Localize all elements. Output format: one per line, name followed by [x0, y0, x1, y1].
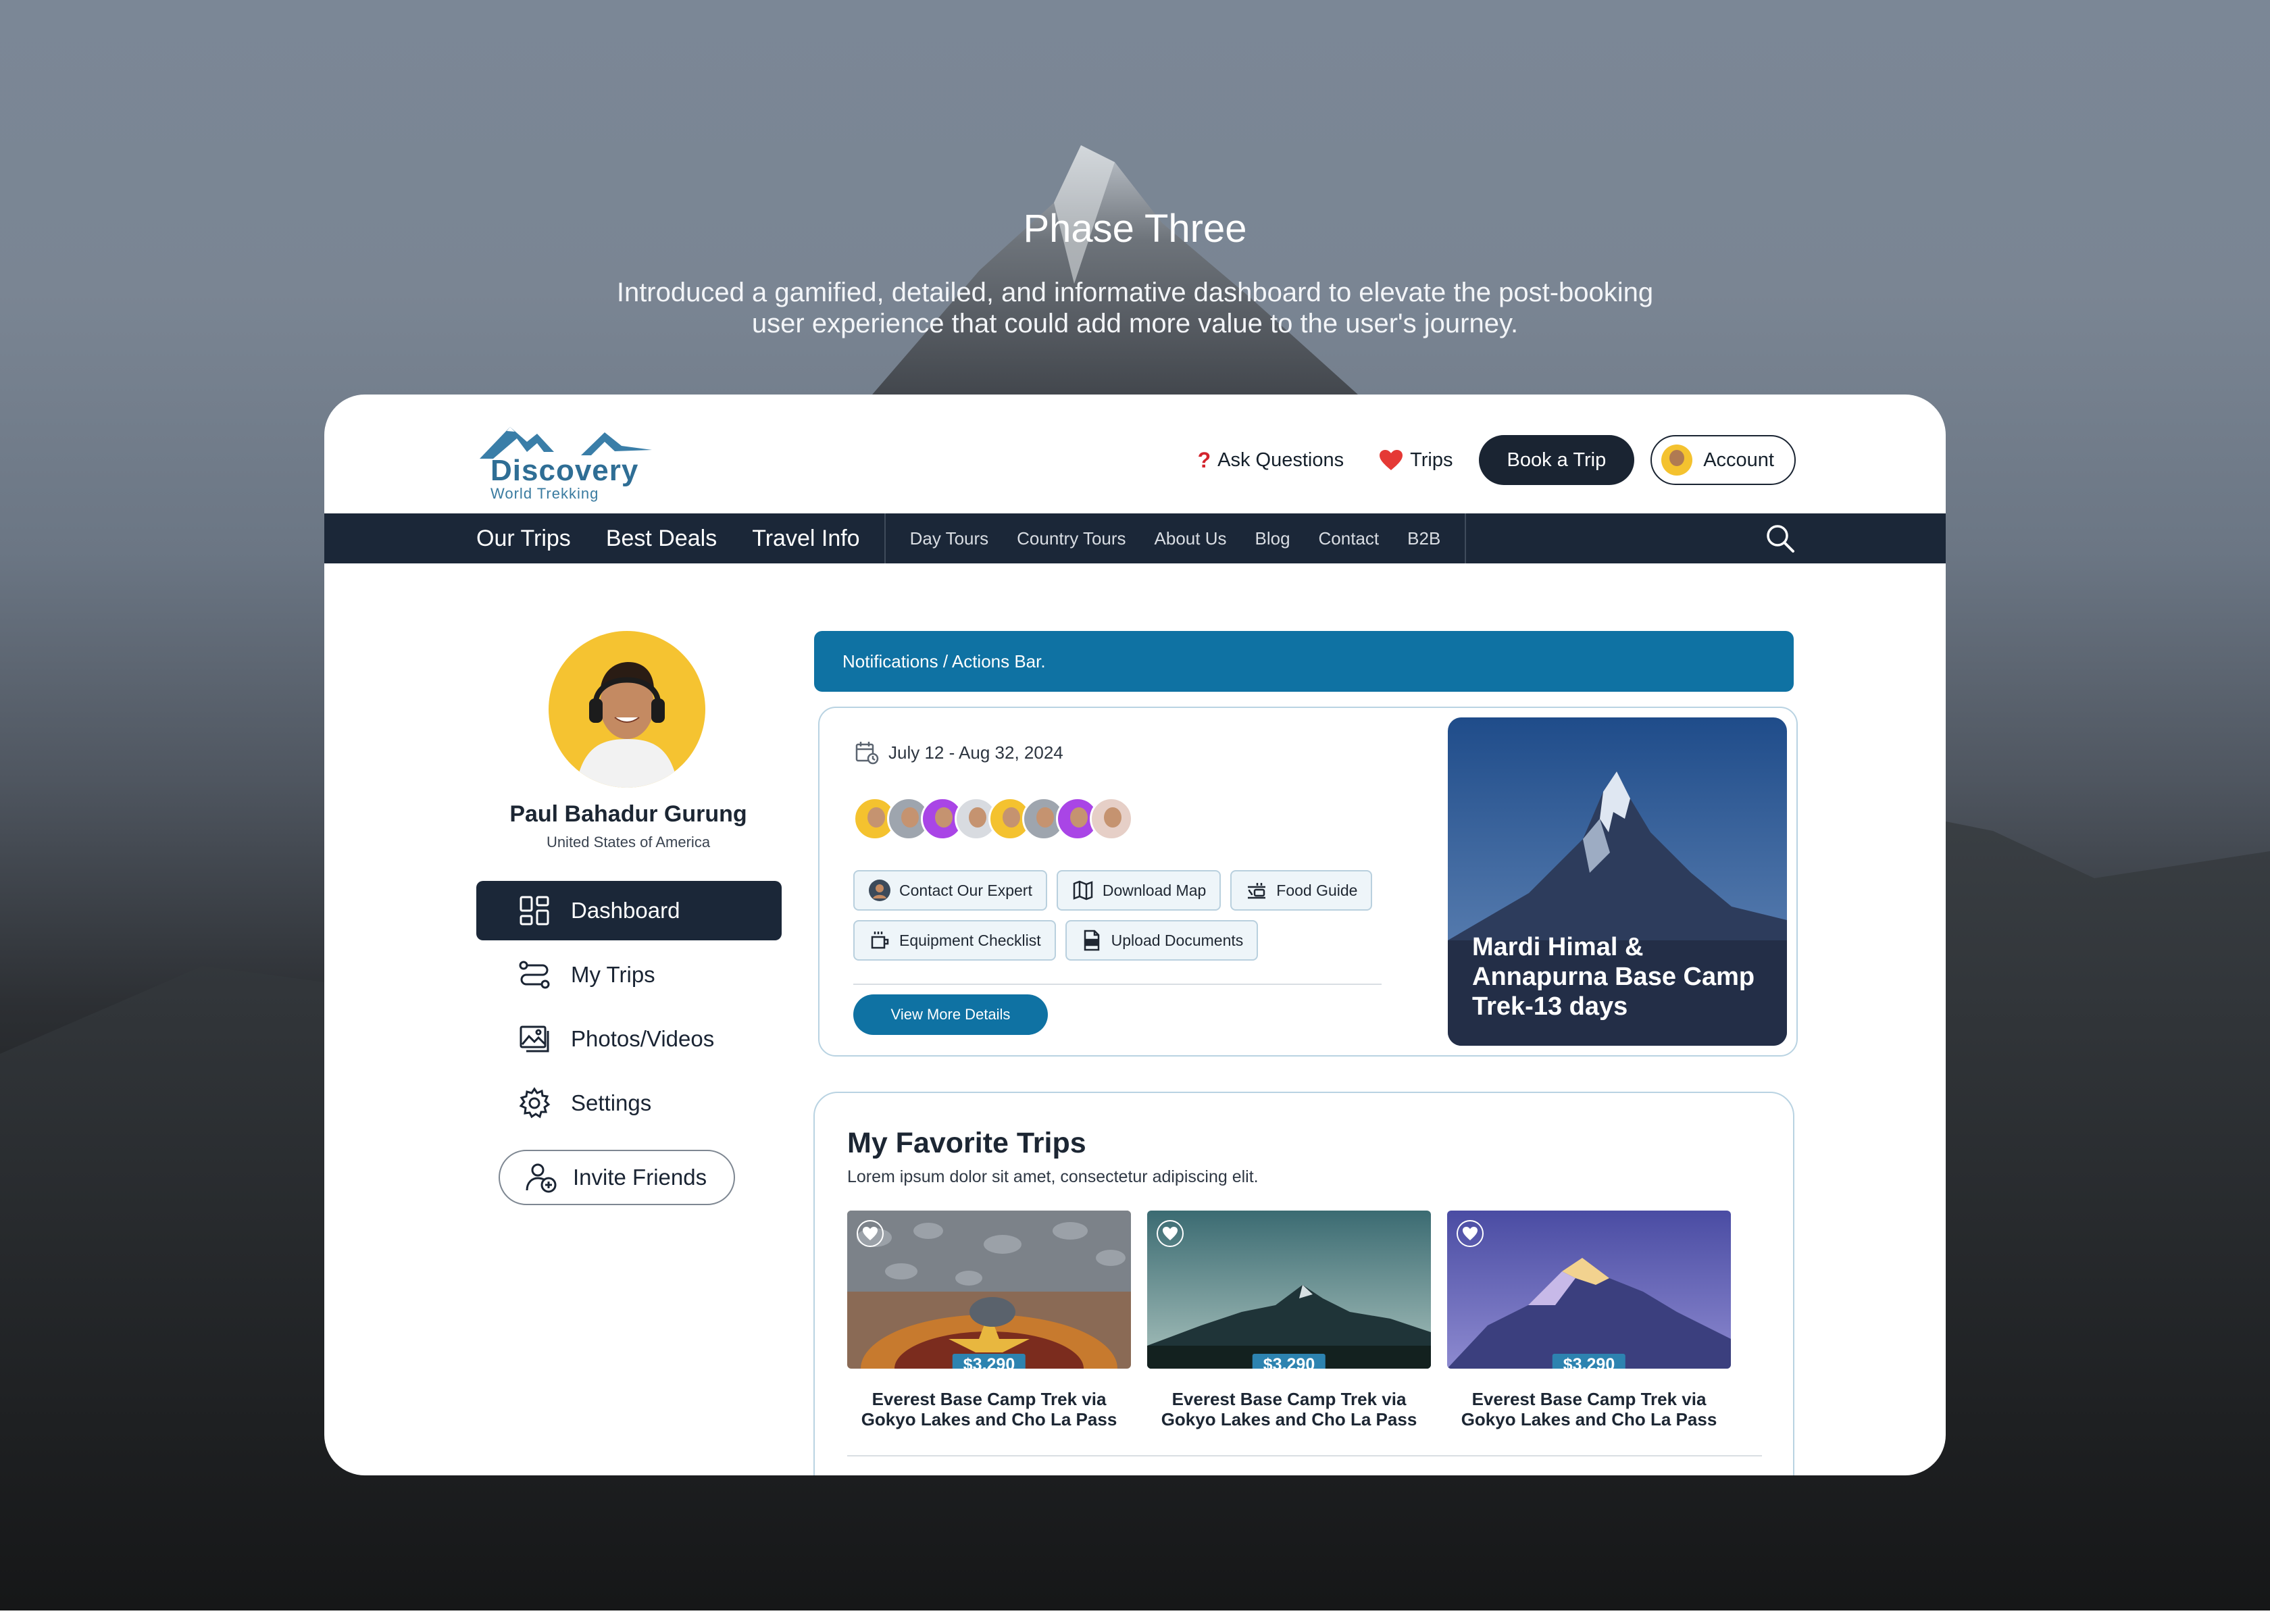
hero-title: Phase Three	[1023, 207, 1247, 251]
gallery-icon	[520, 1025, 549, 1052]
section-title: My Favorite Trips	[847, 1127, 1086, 1159]
sidebar-item-settings[interactable]: Settings	[476, 1073, 782, 1133]
trips-label: Trips	[1410, 449, 1453, 471]
chip-label: Upload Documents	[1111, 931, 1244, 949]
trip-image: $3,290	[847, 1211, 1131, 1369]
sidebar-item-label: My Trips	[571, 962, 655, 987]
favorite-heart-icon[interactable]	[857, 1220, 884, 1247]
food-guide-button[interactable]: Food Guide	[1230, 870, 1373, 911]
logo-subtitle: World Trekking	[490, 485, 599, 502]
equipment-checklist-button[interactable]: Equipment Checklist	[853, 920, 1056, 961]
chip-label: Equipment Checklist	[899, 931, 1041, 949]
main-nav: Our Trips Best Deals Travel Info Day Tou…	[324, 513, 1946, 563]
avatar[interactable]	[1090, 797, 1133, 840]
account-button[interactable]: Account	[1650, 435, 1796, 485]
sidebar-item-label: Settings	[571, 1090, 652, 1115]
favorite-heart-icon[interactable]	[1157, 1220, 1184, 1247]
nav-travel-info[interactable]: Travel Info	[752, 526, 859, 552]
nav-b2b[interactable]: B2B	[1407, 528, 1440, 549]
upload-documents-button[interactable]: Upload Documents	[1065, 920, 1259, 961]
section-subtitle: Lorem ipsum dolor sit amet, consectetur …	[847, 1167, 1259, 1186]
invite-friends-label: Invite Friends	[573, 1165, 707, 1190]
person-with-headphones-icon	[576, 662, 678, 788]
nav-blog[interactable]: Blog	[1255, 528, 1290, 549]
sidebar-menu: Dashboard My Trips Photos/Videos Setting…	[476, 881, 782, 1138]
download-map-button[interactable]: Download Map	[1056, 870, 1221, 911]
account-label: Account	[1703, 449, 1774, 471]
nav-country-tours[interactable]: Country Tours	[1017, 528, 1126, 549]
sidebar-item-photos-videos[interactable]: Photos/Videos	[476, 1009, 782, 1069]
profile-avatar[interactable]	[549, 631, 705, 788]
dashboard-window: Discovery World Trekking ? Ask Questions…	[324, 395, 1946, 1475]
header-actions: ? Ask Questions Trips Book a Trip Accoun…	[1188, 435, 1796, 485]
chip-label: Contact Our Expert	[899, 881, 1032, 899]
notifications-bar[interactable]: Notifications / Actions Bar.	[814, 631, 1794, 692]
trip-title: Mardi Himal & Annapurna Base Camp Trek-1…	[1472, 933, 1755, 1021]
hero-subtitle: Introduced a gamified, detailed, and inf…	[616, 278, 1654, 338]
document-icon	[1084, 930, 1099, 951]
upcoming-trip-card: July 12 - Aug 32, 2024 Contact Our Exper…	[818, 707, 1798, 1057]
divider	[847, 1455, 1762, 1456]
primary-nav: Our Trips Best Deals Travel Info	[324, 513, 886, 563]
divider	[853, 984, 1382, 985]
avatar	[1661, 445, 1693, 476]
chip-label: Food Guide	[1276, 881, 1358, 899]
sidebar-item-dashboard[interactable]: Dashboard	[476, 881, 782, 940]
question-icon: ?	[1197, 447, 1211, 472]
trip-name: Everest Base Camp Trek via Gokyo Lakes a…	[1161, 1389, 1417, 1429]
alpine-peak-photo	[1447, 1211, 1731, 1369]
invite-friends-button[interactable]: Invite Friends	[499, 1150, 735, 1205]
favorite-trip-card[interactable]: $3,290 Everest Base Camp Trek via Gokyo …	[1147, 1211, 1431, 1429]
profile-name: Paul Bahadur Gurung	[509, 801, 747, 827]
trip-cover-image[interactable]: Mardi Himal & Annapurna Base Camp Trek-1…	[1448, 717, 1787, 1046]
logo-word: Discovery	[490, 454, 639, 487]
dashboard-icon	[520, 896, 549, 925]
nav-best-deals[interactable]: Best Deals	[606, 526, 717, 552]
trip-members	[853, 797, 1133, 840]
trip-image: $3,290	[1147, 1211, 1431, 1369]
nav-day-tours[interactable]: Day Tours	[910, 528, 989, 549]
settings-icon	[519, 1087, 551, 1119]
price-badge: $3,290	[1252, 1354, 1326, 1369]
favorite-trip-card[interactable]: $3,290 Everest Base Camp Trek via Gokyo …	[1447, 1211, 1731, 1429]
favorite-heart-icon[interactable]	[1457, 1220, 1484, 1247]
chip-label: Download Map	[1102, 881, 1207, 899]
nav-contact[interactable]: Contact	[1319, 528, 1380, 549]
favorite-trips-section: My Favorite Trips Lorem ipsum dolor sit …	[813, 1092, 1794, 1475]
contact-expert-button[interactable]: Contact Our Expert	[853, 870, 1047, 911]
trip-dates: July 12 - Aug 32, 2024	[855, 740, 1063, 765]
calendar-icon	[855, 742, 879, 765]
food-icon	[1248, 883, 1266, 899]
nav-about-us[interactable]: About Us	[1155, 528, 1227, 549]
mountain-valley-photo	[1147, 1211, 1431, 1369]
trip-image: $3,290	[1447, 1211, 1731, 1369]
view-more-details-button[interactable]: View More Details	[853, 994, 1048, 1035]
trip-name: Everest Base Camp Trek via Gokyo Lakes a…	[861, 1389, 1117, 1429]
secondary-nav: Day Tours Country Tours About Us Blog Co…	[886, 513, 1467, 563]
search-icon[interactable]	[1765, 523, 1796, 554]
ask-questions-label: Ask Questions	[1217, 449, 1344, 471]
heart-icon	[1380, 450, 1403, 470]
pigeons-photo	[847, 1211, 1131, 1369]
favorite-trip-card[interactable]: $3,290 Everest Base Camp Trek via Gokyo …	[847, 1211, 1131, 1429]
cup-icon	[871, 932, 889, 949]
price-badge: $3,290	[1552, 1354, 1626, 1369]
logo[interactable]: Discovery World Trekking	[474, 422, 663, 502]
sidebar-item-label: Photos/Videos	[571, 1026, 715, 1051]
trips-link[interactable]: Trips	[1369, 449, 1462, 472]
sidebar-item-label: Dashboard	[571, 898, 680, 923]
route-icon	[519, 961, 550, 989]
ask-questions-link[interactable]: ? Ask Questions	[1188, 448, 1354, 473]
profile-country: United States of America	[546, 834, 711, 851]
expert-avatar-icon	[869, 880, 890, 901]
trip-action-chips: Contact Our Expert Download Map Food Gui…	[853, 870, 1407, 961]
trip-name: Everest Base Camp Trek via Gokyo Lakes a…	[1461, 1389, 1717, 1429]
price-badge: $3,290	[952, 1354, 1026, 1369]
book-trip-button[interactable]: Book a Trip	[1478, 435, 1635, 485]
nav-our-trips[interactable]: Our Trips	[476, 526, 571, 552]
sidebar-item-my-trips[interactable]: My Trips	[476, 945, 782, 1005]
add-user-icon	[526, 1163, 557, 1193]
map-icon	[1073, 880, 1093, 900]
trip-dates-label: July 12 - Aug 32, 2024	[888, 742, 1063, 763]
